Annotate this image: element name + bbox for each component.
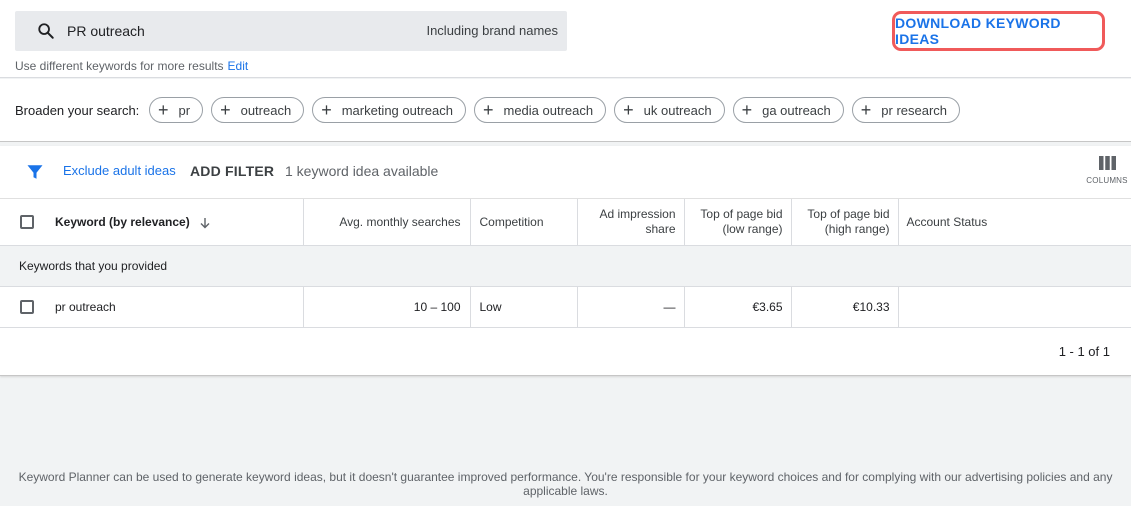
search-hint: Use different keywords for more results E… xyxy=(15,59,248,73)
account-status-cell xyxy=(898,286,1131,328)
chip-label: uk outreach xyxy=(643,102,712,118)
broaden-chips: + pr + outreach + marketing outreach + media… xyxy=(149,97,961,123)
header-line: (high range) xyxy=(824,221,890,236)
broaden-chip[interactable]: + media outreach xyxy=(473,97,607,123)
broaden-chip[interactable]: + outreach xyxy=(211,97,305,123)
header-line: share xyxy=(645,221,676,236)
group-row: Keywords that you provided xyxy=(0,245,1131,287)
add-filter-button[interactable]: ADD FILTER xyxy=(190,163,274,179)
plus-icon: + xyxy=(158,100,169,120)
competition-column-header[interactable]: Competition xyxy=(470,199,578,246)
header-line: (low range) xyxy=(722,221,783,236)
chip-label: pr research xyxy=(881,102,948,118)
results-toolbar: Exclude adult ideas ADD FILTER 1 keyword… xyxy=(0,146,1131,199)
results-count: 1 keyword idea available xyxy=(285,163,439,179)
header-line: Top of page bid xyxy=(700,206,783,221)
header-line: Ad impression xyxy=(599,206,676,221)
broaden-chip[interactable]: + pr research xyxy=(851,97,961,123)
broaden-chip[interactable]: + uk outreach xyxy=(614,97,725,123)
impression-share-cell: — xyxy=(577,286,685,328)
plus-icon: + xyxy=(623,100,634,120)
impression-share-column-header[interactable]: Ad impression share xyxy=(577,199,685,246)
keyword-table: Keyword (by relevance) Avg. monthly sear… xyxy=(0,199,1131,328)
columns-button[interactable]: COLUMNS xyxy=(1086,156,1128,185)
pagination-label: 1 - 1 of 1 xyxy=(1058,344,1110,359)
search-hint-text: Use different keywords for more results xyxy=(15,59,224,73)
row-checkbox[interactable] xyxy=(20,299,34,314)
keyword-header-label: Keyword (by relevance) xyxy=(55,214,190,229)
table-row: pr outreach 10 – 100 Low — €3.65 €10.33 xyxy=(0,286,1131,328)
search-query[interactable]: PR outreach xyxy=(67,23,145,39)
plus-icon: + xyxy=(860,100,872,120)
arrow-down-icon xyxy=(200,217,210,229)
header-line: Top of page bid xyxy=(807,206,890,221)
keyword-results-panel: Exclude adult ideas ADD FILTER 1 keyword… xyxy=(0,146,1131,376)
account-status-column-header[interactable]: Account Status xyxy=(898,199,1131,246)
columns-icon xyxy=(1098,156,1116,170)
plus-icon: + xyxy=(482,100,494,120)
group-label: Keywords that you provided xyxy=(0,245,1131,287)
chip-label: pr xyxy=(178,102,191,118)
high-bid-column-header[interactable]: Top of page bid (high range) xyxy=(791,199,899,246)
broaden-chip[interactable]: + ga outreach xyxy=(732,97,844,123)
plus-icon: + xyxy=(321,100,332,120)
broaden-chip[interactable]: + pr xyxy=(149,97,204,123)
low-bid-cell: €3.65 xyxy=(684,286,792,328)
exclude-adult-ideas-filter[interactable]: Exclude adult ideas xyxy=(63,163,176,178)
filter-icon[interactable] xyxy=(26,163,44,181)
searches-cell: 10 – 100 xyxy=(303,286,471,328)
chip-label: ga outreach xyxy=(762,102,831,118)
chip-label: outreach xyxy=(240,102,292,118)
row-select-cell xyxy=(0,286,42,328)
select-all-checkbox[interactable] xyxy=(20,215,34,230)
broaden-search-bar: Broaden your search: + pr + outreach + mark… xyxy=(0,79,1131,142)
competition-cell: Low xyxy=(470,286,578,328)
search-icon xyxy=(38,23,54,39)
search-header: PR outreach Including brand names Use di… xyxy=(0,0,1131,78)
keyword-column-header[interactable]: Keyword (by relevance) xyxy=(42,199,304,246)
select-all-cell xyxy=(0,199,42,246)
plus-icon: + xyxy=(220,100,231,120)
disclaimer-footer: Keyword Planner can be used to generate … xyxy=(18,470,1113,498)
table-header-row: Keyword (by relevance) Avg. monthly sear… xyxy=(0,199,1131,246)
broaden-label: Broaden your search: xyxy=(15,103,140,118)
brand-names-option[interactable]: Including brand names xyxy=(426,23,558,38)
broaden-chip[interactable]: + marketing outreach xyxy=(312,97,466,123)
keyword-cell: pr outreach xyxy=(42,286,304,328)
edit-link[interactable]: Edit xyxy=(228,59,249,73)
keyword-search-box[interactable]: PR outreach Including brand names xyxy=(15,11,567,51)
chip-label: media outreach xyxy=(503,102,594,118)
plus-icon: + xyxy=(741,100,753,120)
low-bid-column-header[interactable]: Top of page bid (low range) xyxy=(684,199,792,246)
download-keyword-ideas-button[interactable]: DOWNLOAD KEYWORD IDEAS xyxy=(892,11,1105,51)
high-bid-cell: €10.33 xyxy=(791,286,899,328)
searches-column-header[interactable]: Avg. monthly searches xyxy=(303,199,471,246)
chip-label: marketing outreach xyxy=(341,102,453,118)
columns-label: COLUMNS xyxy=(1086,176,1128,185)
